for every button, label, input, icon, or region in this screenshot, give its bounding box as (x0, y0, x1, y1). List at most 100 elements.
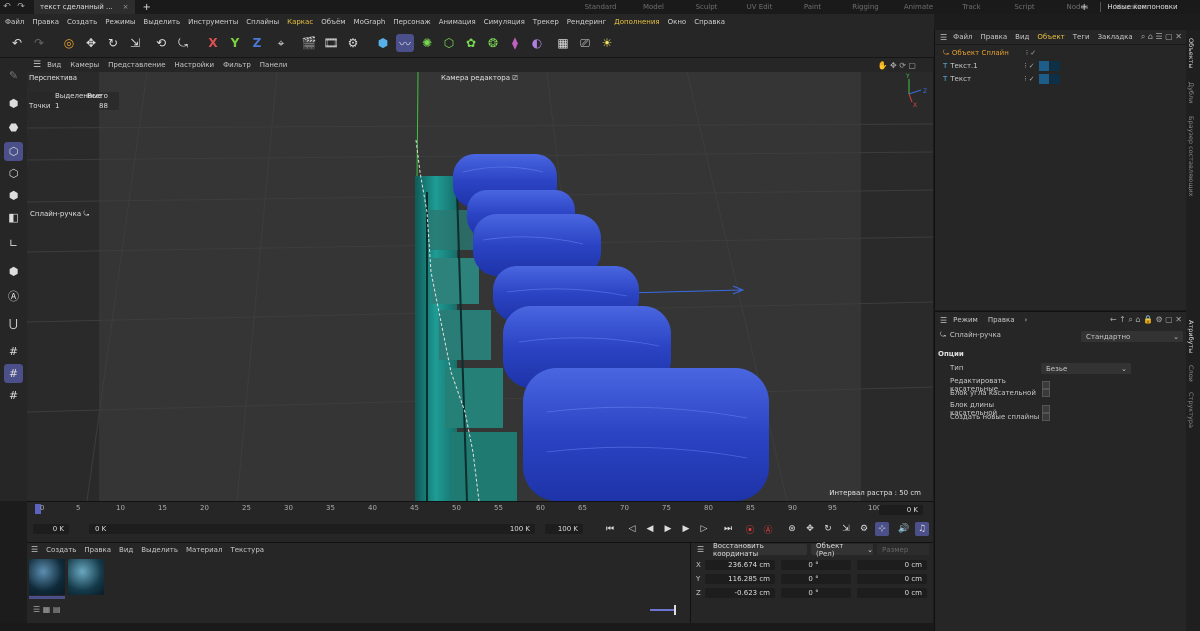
keyframe-selection-icon[interactable]: ⊛ (785, 522, 799, 536)
object-menu-item[interactable]: Закладка (1098, 33, 1133, 41)
extrude-icon[interactable]: ⬡ (440, 34, 458, 52)
next-key-icon[interactable]: ▷ (697, 522, 711, 536)
hamburger-icon[interactable]: ☰ (940, 316, 947, 325)
viewport-menu-item[interactable]: Камеры (70, 61, 99, 69)
object-menu-item[interactable]: Файл (953, 33, 972, 41)
close-icon[interactable]: × (123, 3, 129, 11)
material-tag-icon[interactable] (1049, 74, 1060, 84)
live-select-icon[interactable]: ◎ (60, 34, 78, 52)
material-menu-item[interactable]: Создать (46, 546, 76, 554)
timeline-settings-icon[interactable]: ♫ (915, 522, 929, 536)
size-x-field[interactable]: 0 cm (857, 560, 927, 570)
volume-icon[interactable]: ❂ (484, 34, 502, 52)
viewport-menu-item[interactable]: Фильтр (223, 61, 251, 69)
key-scale-icon[interactable]: ⇲ (839, 522, 853, 536)
redo-icon[interactable]: ↷ (30, 34, 48, 52)
snap-icon[interactable]: # (4, 364, 23, 383)
size-z-field[interactable]: 0 cm (857, 588, 927, 598)
menu-item[interactable]: Инструменты (188, 18, 238, 26)
rotation-y-field[interactable]: 0 ° (781, 574, 851, 584)
3d-viewport[interactable]: Y X Z Перспектива Камера редактора ⎚ Выд… (27, 72, 933, 501)
plus-icon[interactable]: + (1080, 2, 1088, 13)
subdivision-icon[interactable]: ✺ (418, 34, 436, 52)
visibility-icon[interactable]: ⁝ ✓ (1024, 75, 1034, 83)
material-menu-item[interactable]: Вид (119, 546, 133, 554)
viewport-menu-item[interactable]: Вид (47, 61, 61, 69)
viewport-menu-item[interactable]: Представление (108, 61, 165, 69)
viewport-menu-item[interactable]: Настройки (175, 61, 215, 69)
object-menu-item[interactable]: Объект (1037, 33, 1064, 41)
view-mode-icons[interactable]: ☰ ▦ ▤ (33, 605, 60, 614)
camera-icon[interactable]: ⎚ (512, 74, 518, 82)
side-tab-layers[interactable]: Слои (1187, 365, 1195, 382)
material-menu-item[interactable]: Выделить (141, 546, 178, 554)
position-z-field[interactable]: -0.623 cm (705, 588, 775, 598)
object-menu-item[interactable]: Теги (1073, 33, 1090, 41)
field-icon[interactable]: ◐ (528, 34, 546, 52)
play-icon[interactable]: ▶ (661, 522, 675, 536)
position-y-field[interactable]: 116.285 cm (705, 574, 775, 584)
hamburger-icon[interactable]: ☰ (31, 545, 38, 554)
menu-item[interactable]: MoGraph (354, 18, 386, 26)
deformer-icon[interactable]: ⧫ (506, 34, 524, 52)
menu-item[interactable]: Трекер (533, 18, 559, 26)
option-checkbox[interactable] (1042, 413, 1050, 421)
new-tab-button[interactable]: + (143, 2, 151, 13)
side-tab-takes[interactable]: Дубли (1187, 82, 1195, 103)
key-rotation-icon[interactable]: ↻ (821, 522, 835, 536)
rotation-z-field[interactable]: 0 ° (781, 588, 851, 598)
layout-tab[interactable]: Rigging (839, 3, 892, 11)
side-tab-attributes[interactable]: Атрибуты (1187, 320, 1195, 353)
menu-item[interactable]: Рендеринг (567, 18, 607, 26)
autokey-icon[interactable]: Ⓐ (761, 522, 775, 536)
solo-icon[interactable]: ⬢ (4, 262, 23, 281)
layout-tab[interactable]: Paint (786, 3, 839, 11)
object-row[interactable]: T Текст ⁝ ✓ (935, 73, 1187, 85)
menu-item[interactable]: Каркас (287, 18, 313, 26)
layout-tab[interactable]: Sculpt (680, 3, 733, 11)
go-to-end-icon[interactable]: ⏭ (721, 522, 735, 536)
render-view-icon[interactable]: 🎬 (300, 34, 318, 52)
menu-item[interactable]: Справка (694, 18, 725, 26)
timeline-ruler[interactable]: 0 5 10 15 20 25 30 35 40 45 50 55 60 65 … (27, 501, 933, 517)
menu-item[interactable]: Дополнения (614, 18, 659, 26)
option-checkbox[interactable] (1042, 405, 1050, 413)
render-picture-icon[interactable]: 🎞 (322, 34, 340, 52)
preset-dropdown[interactable]: Стандартно ⌄ (1081, 331, 1183, 342)
material-tag-icon[interactable] (1038, 61, 1049, 71)
visibility-icon[interactable]: ⁝ ✓ (1024, 62, 1034, 70)
layout-tab[interactable]: Track (945, 3, 998, 11)
size-dropdown[interactable]: Размер (877, 544, 929, 555)
edges-mode-icon[interactable]: ⬡ (4, 164, 23, 183)
position-x-field[interactable]: 236.674 cm (705, 560, 775, 570)
go-to-start-icon[interactable]: ⏮ (603, 522, 617, 536)
material-menu-item[interactable]: Материал (186, 546, 222, 554)
attribute-menu-item[interactable]: Режим (953, 316, 978, 324)
undo-icon[interactable]: ↶ (0, 2, 14, 12)
zoom-slider-handle[interactable] (674, 605, 676, 615)
menu-item[interactable]: Объём (321, 18, 345, 26)
sound-icon[interactable]: 🔊 (897, 522, 911, 536)
object-toolbar-icons[interactable]: ⌕ ⌂ ☰ ▢ ✕ (1141, 32, 1182, 42)
attribute-toolbar-icons[interactable]: ← ↑ ⌕ ⌂ 🔒 ⚙ ▢ ✕ (1110, 315, 1182, 325)
range-slider[interactable]: 0 K 100 K (89, 524, 535, 534)
quantize-icon[interactable]: # (4, 386, 23, 405)
coordinate-system-icon[interactable]: ⟲ (152, 34, 170, 52)
render-settings-icon[interactable]: ⚙ (344, 34, 362, 52)
menu-item[interactable]: Анимация (439, 18, 476, 26)
object-row[interactable]: T Текст.1 ⁝ ✓ (935, 60, 1187, 72)
camera-icon[interactable]: ⎚ (576, 34, 594, 52)
material-menu-item[interactable]: Текстура (230, 546, 264, 554)
light-icon[interactable]: ☀ (598, 34, 616, 52)
world-axis-icon[interactable]: ⌖ (272, 34, 290, 52)
menu-item[interactable]: Выделить (143, 18, 180, 26)
end-frame-field[interactable]: 100 K (545, 524, 583, 534)
record-icon[interactable]: ⦿ (743, 522, 757, 536)
axis-x-toggle[interactable]: X (204, 34, 222, 52)
menu-item[interactable]: Режимы (105, 18, 135, 26)
layout-tab[interactable]: UV Edit (733, 3, 786, 11)
start-frame-field[interactable]: 0 K (33, 524, 69, 534)
zoom-slider[interactable] (650, 609, 676, 611)
layout-tab[interactable]: Script (998, 3, 1051, 11)
texture-mode-icon[interactable]: ⬣ (4, 118, 23, 137)
